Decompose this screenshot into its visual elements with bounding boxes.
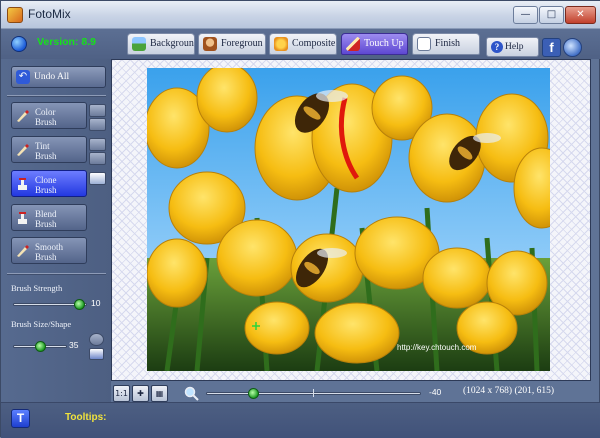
- tab-finish[interactable]: Finish: [412, 33, 480, 55]
- brush-icon: [17, 110, 29, 122]
- color-swatch-button[interactable]: [89, 118, 106, 131]
- brush-label-1: Color: [35, 107, 56, 117]
- tab-background[interactable]: Backgroun: [127, 33, 195, 55]
- tab-touch-up[interactable]: Touch Up: [341, 33, 408, 55]
- smooth-brush-button[interactable]: Smooth Brush: [11, 237, 87, 264]
- brush-icon: [346, 37, 360, 51]
- composite-icon: [274, 37, 288, 51]
- brush-icon: [17, 144, 29, 156]
- blend-brush-button[interactable]: Blend Brush: [11, 204, 87, 231]
- stamp-icon: [18, 178, 27, 190]
- brush-label-2: Brush: [35, 151, 57, 161]
- person-icon: [203, 37, 217, 51]
- app-window: FotoMix — □ ✕ Version: 8.9 Backgroun For…: [0, 0, 600, 438]
- color-brush-button[interactable]: Color Brush: [11, 102, 87, 129]
- brush-icon: [17, 245, 29, 257]
- tab-label: Backgroun: [150, 38, 194, 49]
- brush-label-1: Smooth: [35, 242, 64, 252]
- brush-label-2: Brush: [35, 117, 57, 127]
- undo-all-button[interactable]: ↶ Undo All: [11, 66, 106, 88]
- actual-size-button[interactable]: 1:1: [113, 385, 130, 402]
- brush-label-2: Brush: [35, 252, 57, 262]
- zoom-magnifier-icon: [184, 386, 199, 401]
- zoom-center-tick: [313, 389, 314, 397]
- brush-label-1: Clone: [35, 175, 57, 185]
- tulips-with-bees-photo[interactable]: http://key.chtouch.com: [147, 68, 550, 371]
- undo-icon: ↶: [16, 70, 30, 84]
- tab-composite[interactable]: Composite: [269, 33, 337, 55]
- maximize-button[interactable]: □: [539, 6, 564, 24]
- help-label: Help: [505, 42, 524, 52]
- brush-size-label: Brush Size/Shape: [11, 319, 72, 329]
- square-shape-button[interactable]: [89, 348, 104, 360]
- zoom-slider-thumb[interactable]: [247, 388, 259, 399]
- brush-size-value: 35: [69, 340, 79, 350]
- window-title: FotoMix: [28, 7, 71, 21]
- round-shape-button[interactable]: [89, 333, 104, 346]
- question-icon: ?: [491, 41, 503, 53]
- tint-brush-button[interactable]: Tint Brush: [11, 136, 87, 163]
- clone-brush-button[interactable]: Clone Brush: [11, 170, 87, 197]
- fotomix-app-icon: [7, 7, 23, 23]
- color-picker-button[interactable]: [89, 104, 106, 117]
- brush-label-2: Brush: [35, 219, 57, 229]
- image-size-cursor-info: (1024 x 768) (201, 615): [463, 386, 555, 396]
- brush-label-1: Blend: [35, 209, 57, 219]
- photo-content: [147, 68, 550, 371]
- tint-picker-button[interactable]: [89, 138, 106, 151]
- zoom-value: -40: [429, 387, 442, 397]
- tab-foreground[interactable]: Foregroun: [198, 33, 266, 55]
- website-globe-button[interactable]: [563, 38, 582, 57]
- brush-size-thumb[interactable]: [34, 341, 46, 352]
- title-bar[interactable]: FotoMix — □ ✕: [1, 1, 600, 29]
- document-icon: [417, 37, 431, 51]
- tooltip-toggle-button[interactable]: T: [11, 409, 30, 428]
- tab-label: Foregroun: [221, 38, 263, 49]
- minimize-button[interactable]: —: [513, 6, 538, 24]
- brush-strength-label: Brush Strength: [11, 283, 63, 293]
- clone-source-button[interactable]: [89, 172, 106, 185]
- stamp-icon: [18, 212, 27, 224]
- tab-label: Touch Up: [364, 38, 404, 49]
- tint-swatch-button[interactable]: [89, 152, 106, 165]
- landscape-icon: [132, 37, 146, 51]
- brush-label-1: Tint: [35, 141, 50, 151]
- divider: [7, 95, 106, 97]
- grid-view-button[interactable]: ▦: [151, 385, 168, 402]
- divider: [7, 273, 106, 275]
- facebook-button[interactable]: f: [542, 38, 561, 57]
- tab-label: Finish: [435, 38, 461, 49]
- close-button[interactable]: ✕: [565, 6, 596, 24]
- globe-icon: [11, 36, 27, 52]
- tab-label: Composite: [292, 38, 336, 49]
- version-label: Version: 8.9: [37, 36, 96, 48]
- fit-window-button[interactable]: ✚: [132, 385, 149, 402]
- brush-strength-value: 10: [91, 298, 101, 308]
- tooltips-label: Tooltips:: [65, 412, 107, 423]
- undo-label: Undo All: [34, 72, 70, 82]
- watermark-text: http://key.chtouch.com: [397, 343, 477, 352]
- help-button[interactable]: ? Help: [486, 37, 539, 57]
- brush-label-2: Brush: [35, 185, 57, 195]
